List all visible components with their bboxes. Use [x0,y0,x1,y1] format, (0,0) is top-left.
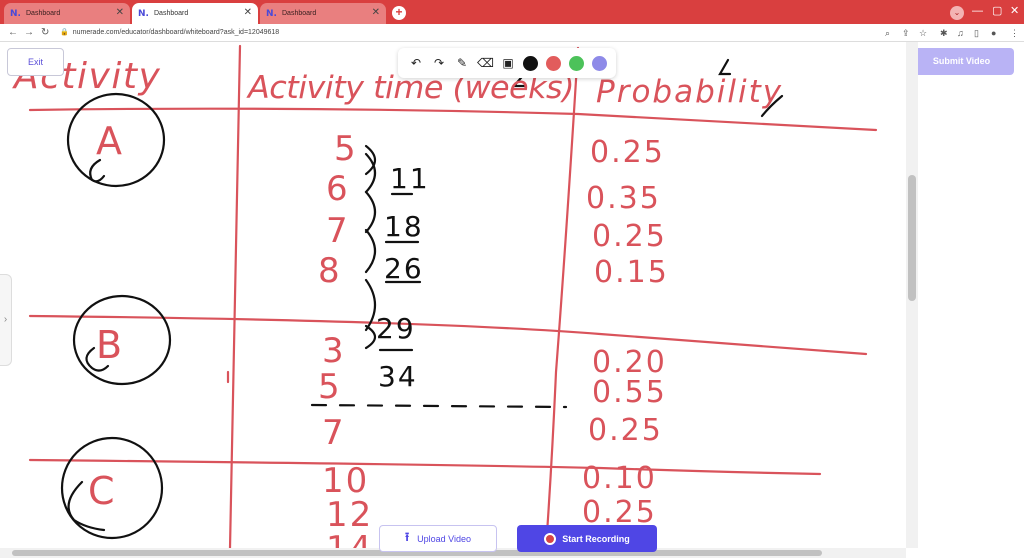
activity-time-value: 5 [334,129,358,169]
dashed-separator [310,403,568,409]
table-header-rule [28,107,878,132]
whiteboard-drawing: Activity Activity time (weeks) Probabili… [12,44,878,548]
close-icon[interactable]: ✕ [116,7,124,19]
share-icon[interactable]: ⇪ [902,26,910,40]
table-column-rule-1 [228,44,242,548]
browser-tab[interactable]: N. Dashboard ✕ [4,3,130,24]
probability-value: 0.25 [588,413,663,448]
side-panel-icon[interactable]: ▯ [974,26,979,40]
new-tab-button[interactable]: + [392,6,406,20]
browser-menu-icon[interactable]: ⋮ [1010,26,1019,40]
activity-time-value: 5 [318,367,342,407]
whiteboard-canvas[interactable]: Activity Activity time (weeks) Probabili… [0,42,906,548]
tab-search-chevron-icon[interactable]: ⌄ [950,6,964,20]
arrow-annotation [718,58,732,76]
activity-time-value: 14 [326,529,373,548]
numerade-logo-icon: N. [266,8,277,19]
whiteboard-page: Activity Activity time (weeks) Probabili… [0,42,1024,558]
close-icon[interactable]: ✕ [244,7,252,19]
drawing-toolbar: ↶ ↷ ✎ ⌫ ▣ [398,48,616,78]
pen-icon[interactable]: ✎ [454,55,470,71]
browser-tab[interactable]: N. Dashboard ✕ [260,3,386,24]
upload-video-label: Upload Video [417,533,472,544]
activity-time-value: 7 [322,413,346,453]
cumulative-value: 29 [376,312,416,345]
color-swatch-black[interactable] [523,56,538,71]
undo-icon[interactable]: ↶ [408,55,424,71]
upload-video-button[interactable]: ⭱ Upload Video [379,525,497,552]
redo-icon[interactable]: ↷ [431,55,447,71]
cumulative-value: 34 [378,360,418,393]
probability-value: 0.25 [592,219,667,254]
cumulative-value: 18 [384,210,424,243]
extensions-puzzle-icon[interactable]: ✱ [940,26,948,40]
maximize-icon[interactable]: ▢ [992,5,1002,17]
table-row-rule-b [28,314,868,356]
minimize-icon[interactable]: — [972,5,983,17]
left-panel-toggle[interactable]: › [0,274,12,366]
back-arrow-icon[interactable]: ← [8,26,18,39]
start-recording-label: Start Recording [562,533,630,544]
browser-tab-active[interactable]: N. Dashboard ✕ [132,3,258,24]
tab-title: Dashboard [282,10,317,17]
zoom-icon[interactable]: ⌕ [885,26,890,40]
activity-time-value: 7 [326,211,350,251]
submit-video-button[interactable]: Submit Video [909,48,1014,75]
probability-value: 0.35 [586,181,661,216]
profile-icon[interactable]: ● [991,26,996,40]
header-probability: Probability [596,74,783,110]
bookmark-star-icon[interactable]: ☆ [919,26,927,40]
forward-arrow-icon[interactable]: → [24,26,34,39]
tab-title: Dashboard [26,10,61,17]
lock-icon: 🔒 [60,29,69,36]
probability-value: 0.10 [582,461,657,496]
cumulative-value: 11 [390,162,430,195]
tab-title: Dashboard [154,10,189,17]
scrollbar-thumb[interactable] [908,175,916,301]
color-swatch-purple[interactable] [592,56,607,71]
eraser-icon[interactable]: ⌫ [477,55,494,71]
address-bar-row: ← → ↻ 🔒 numerade.com/educator/dashboard/w… [0,24,1024,42]
url-text: numerade.com/educator/dashboard/whiteboa… [72,29,280,36]
window-close-icon[interactable]: ✕ [1010,5,1019,17]
numerade-logo-icon: N. [138,8,149,19]
numerade-logo-icon: N. [10,8,21,19]
circle-loop [89,158,106,183]
cumulative-value: 26 [384,252,424,285]
activity-time-value: 6 [326,169,350,209]
image-icon[interactable]: ▣ [500,55,516,71]
browser-tab-strip: N. Dashboard ✕ N. Dashboard ✕ N. Dashboa… [0,0,1024,24]
table-column-rule-2 [544,46,580,548]
start-recording-button[interactable]: Start Recording [517,525,657,552]
exit-button[interactable]: Exit [7,48,64,76]
activity-label: C [88,469,117,513]
vertical-scrollbar[interactable] [906,42,918,548]
activity-label: B [96,323,124,367]
probability-value: 0.25 [590,135,665,170]
probability-value: 0.15 [594,255,669,290]
close-icon[interactable]: ✕ [372,7,380,19]
url-field[interactable]: 🔒 numerade.com/educator/dashboard/whitebo… [60,26,880,40]
upload-arrow-icon: ⭱ [404,530,410,544]
color-swatch-red[interactable] [546,56,561,71]
probability-value: 0.55 [592,375,667,410]
record-dot-icon [544,532,557,545]
brace-connector [364,228,377,274]
table-row-rule-c [28,458,822,476]
reload-icon[interactable]: ↻ [41,26,49,39]
color-swatch-green[interactable] [569,56,584,71]
activity-time-value: 8 [318,251,342,291]
chevron-right-icon: › [3,314,8,325]
activity-time-value: 3 [322,331,346,371]
activity-label: A [96,119,124,163]
brace-connector [364,190,377,234]
media-icon[interactable]: ♫ [957,26,964,40]
